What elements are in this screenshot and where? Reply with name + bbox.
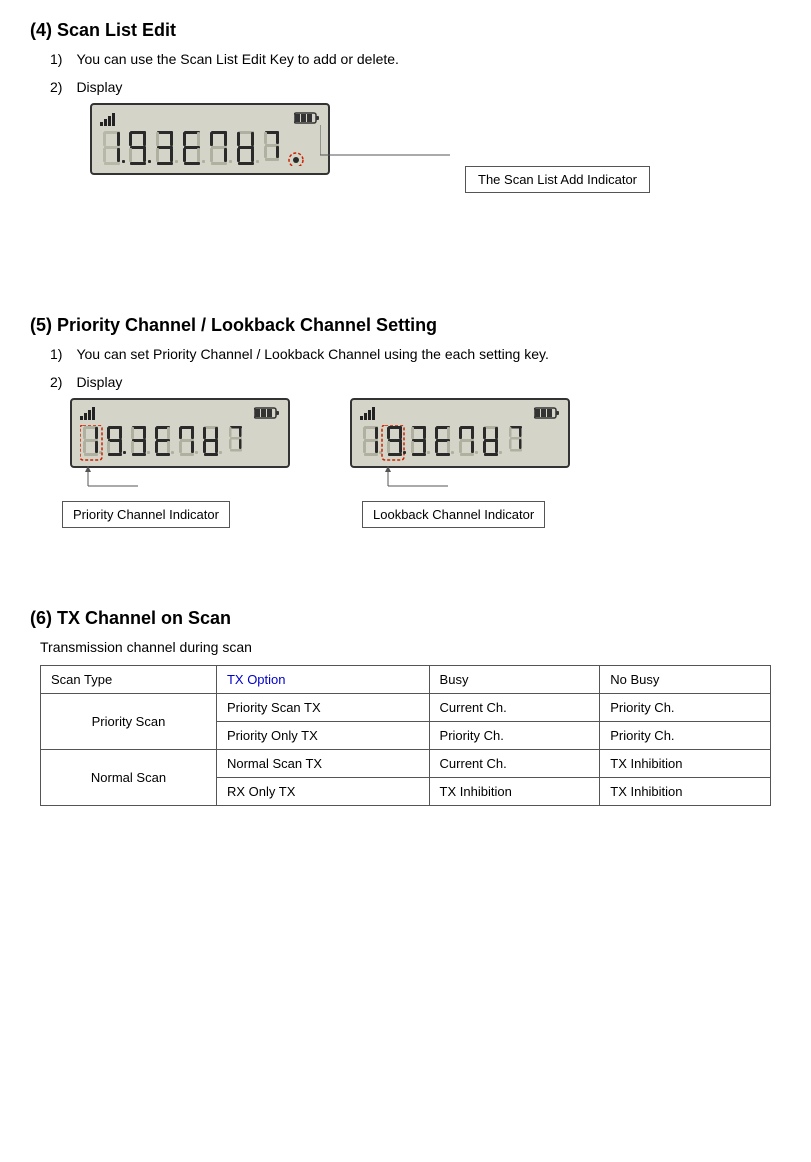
battery-icon-lookback	[534, 406, 560, 423]
rx-only-nobusy: TX Inhibition	[600, 778, 771, 806]
table-row: Normal Scan Normal Scan TX Current Ch. T…	[41, 750, 771, 778]
lcd-display-lookback: Lookback Channel Indicator	[350, 398, 570, 468]
normal-scan-type: Normal Scan	[41, 750, 217, 806]
lcd-digits-svg-priority	[80, 425, 275, 461]
priority-scan-type: Priority Scan	[41, 694, 217, 750]
scan-list-indicator-label: The Scan List Add Indicator	[465, 166, 650, 193]
col-no-busy: No Busy	[600, 666, 771, 694]
section-4-step1: 1) You can use the Scan List Edit Key to…	[50, 51, 781, 67]
signal-icon-lookback	[360, 406, 378, 423]
section-5-title: (5) Priority Channel / Lookback Channel …	[30, 315, 781, 336]
lcd-digits-svg-lookback	[360, 425, 555, 461]
priority-scan-tx: Priority Scan TX	[216, 694, 429, 722]
priority-scan-nobusy: Priority Ch.	[600, 694, 771, 722]
lcd-digits-lookback	[360, 425, 560, 461]
step1-text: 1) You can use the Scan List Edit Key to…	[50, 51, 399, 67]
priority-scan-busy: Current Ch.	[429, 694, 600, 722]
battery-icon-priority	[254, 406, 280, 423]
lcd-screen-s4	[90, 103, 330, 175]
section-6: (6) TX Channel on Scan Transmission chan…	[30, 608, 781, 806]
section-5-step2: 2) Display	[50, 374, 781, 390]
lcd-top-row-s4	[100, 111, 320, 127]
section-4-title: (4) Scan List Edit	[30, 20, 781, 41]
priority-only-tx: Priority Only TX	[216, 722, 429, 750]
priority-arrow	[78, 466, 138, 506]
section-5-step1: 1) You can set Priority Channel / Lookba…	[50, 346, 781, 362]
lcd-display-s4: The Scan List Add Indicator	[90, 103, 330, 175]
scan-list-arrow	[320, 125, 450, 185]
col-tx-option: TX Option	[216, 666, 429, 694]
priority-channel-label: Priority Channel Indicator	[62, 501, 230, 528]
signal-icon-priority	[80, 406, 98, 423]
lcd-screen-priority	[70, 398, 290, 468]
normal-scan-tx: Normal Scan TX	[216, 750, 429, 778]
normal-scan-nobusy: TX Inhibition	[600, 750, 771, 778]
table-header-row: Scan Type TX Option Busy No Busy	[41, 666, 771, 694]
lookback-channel-label: Lookback Channel Indicator	[362, 501, 545, 528]
lcd-top-lookback	[360, 406, 560, 422]
lcd-screen-lookback	[350, 398, 570, 468]
rx-only-busy: TX Inhibition	[429, 778, 600, 806]
step1-text-s5: 1) You can set Priority Channel / Lookba…	[50, 346, 549, 362]
section-4-step2: 2) Display	[50, 79, 781, 95]
lcd-top-priority	[80, 406, 280, 422]
lcd-pair-s5: Priority Channel Indicator	[70, 398, 781, 468]
tx-channel-table: Scan Type TX Option Busy No Busy Priorit…	[40, 665, 771, 806]
lcd-display-priority: Priority Channel Indicator	[70, 398, 290, 468]
section-6-subtitle: Transmission channel during scan	[40, 639, 781, 655]
section-5: (5) Priority Channel / Lookback Channel …	[30, 315, 781, 468]
battery-icon-s4	[294, 111, 320, 128]
lookback-arrow	[378, 466, 448, 506]
priority-only-busy: Priority Ch.	[429, 722, 600, 750]
col-busy: Busy	[429, 666, 600, 694]
lcd-digits-svg-s4	[100, 130, 310, 166]
section-6-title: (6) TX Channel on Scan	[30, 608, 781, 629]
normal-scan-busy: Current Ch.	[429, 750, 600, 778]
table-row: Priority Scan Priority Scan TX Current C…	[41, 694, 771, 722]
lcd-digits-row-s4	[100, 130, 320, 166]
signal-icon-s4	[100, 112, 118, 126]
lcd-digits-priority	[80, 425, 280, 461]
rx-only-tx: RX Only TX	[216, 778, 429, 806]
section-4: (4) Scan List Edit 1) You can use the Sc…	[30, 20, 781, 185]
col-scan-type: Scan Type	[41, 666, 217, 694]
priority-only-nobusy: Priority Ch.	[600, 722, 771, 750]
